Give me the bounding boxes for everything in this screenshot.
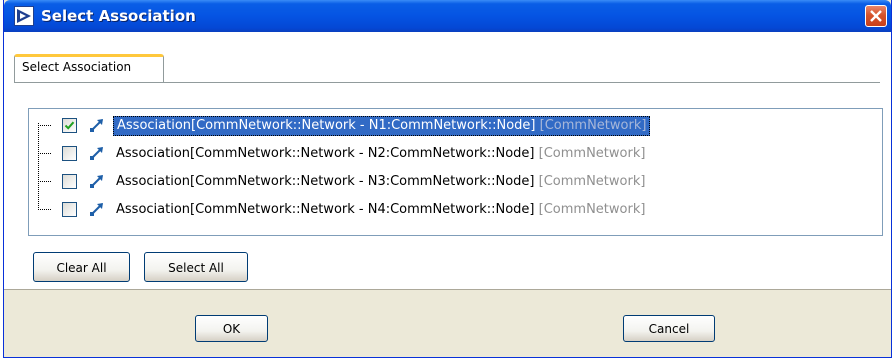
tree-branch-connector bbox=[38, 153, 51, 154]
tree-branch-connector bbox=[38, 125, 51, 126]
association-icon bbox=[89, 173, 105, 189]
item-owner: [CommNetwork] bbox=[538, 202, 646, 217]
item-label[interactable]: Association[CommNetwork::Network - N1:Co… bbox=[113, 116, 651, 136]
checkmark-icon bbox=[64, 121, 75, 130]
app-icon bbox=[14, 6, 34, 26]
association-icon bbox=[89, 201, 105, 217]
select-all-button[interactable]: Select All bbox=[144, 252, 248, 282]
association-icon bbox=[89, 117, 105, 133]
tree-branch-connector bbox=[38, 181, 51, 182]
tree-row[interactable]: Association[CommNetwork::Network - N3:Co… bbox=[29, 168, 882, 196]
close-icon bbox=[870, 10, 882, 22]
item-label[interactable]: Association[CommNetwork::Network - N3:Co… bbox=[113, 172, 648, 192]
clear-all-button[interactable]: Clear All bbox=[33, 252, 130, 282]
select-association-dialog: Select Association Select Association As… bbox=[3, 0, 892, 358]
item-owner: [CommNetwork] bbox=[539, 118, 647, 133]
item-checkbox[interactable] bbox=[62, 146, 77, 161]
association-icon bbox=[89, 145, 105, 161]
item-checkbox[interactable] bbox=[62, 174, 77, 189]
tab-panel-border bbox=[14, 82, 880, 83]
tree-row[interactable]: Association[CommNetwork::Network - N1:Co… bbox=[29, 112, 882, 140]
item-label[interactable]: Association[CommNetwork::Network - N2:Co… bbox=[113, 144, 648, 164]
title-bar[interactable]: Select Association bbox=[4, 0, 891, 32]
item-label[interactable]: Association[CommNetwork::Network - N4:Co… bbox=[113, 200, 648, 220]
ok-button[interactable]: OK bbox=[195, 315, 268, 342]
item-owner: [CommNetwork] bbox=[538, 174, 646, 189]
tab-select-association[interactable]: Select Association bbox=[14, 54, 164, 82]
item-checkbox[interactable] bbox=[62, 118, 77, 133]
item-owner: [CommNetwork] bbox=[538, 146, 646, 161]
tree-branch-connector bbox=[38, 209, 51, 210]
tree-row[interactable]: Association[CommNetwork::Network - N4:Co… bbox=[29, 196, 882, 224]
tree-row[interactable]: Association[CommNetwork::Network - N2:Co… bbox=[29, 140, 882, 168]
footer-separator bbox=[4, 289, 891, 290]
window-title: Select Association bbox=[41, 7, 196, 25]
close-button[interactable] bbox=[865, 5, 887, 27]
association-tree[interactable]: Association[CommNetwork::Network - N1:Co… bbox=[28, 108, 883, 236]
item-checkbox[interactable] bbox=[62, 202, 77, 217]
cancel-button[interactable]: Cancel bbox=[623, 315, 715, 342]
